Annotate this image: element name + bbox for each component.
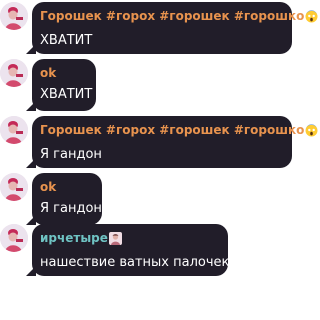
author-name[interactable]: Горошек #горох #горошек #горошко bbox=[40, 123, 318, 141]
avatar[interactable] bbox=[0, 173, 28, 201]
chat-message-list: Горошек #горох #горошек #горошко ХВАТИТ … bbox=[0, 0, 318, 320]
screaming-face-icon bbox=[305, 124, 318, 141]
message-text: ХВАТИТ bbox=[40, 33, 93, 48]
avatar[interactable] bbox=[0, 2, 28, 30]
chat-message: ok ХВАТИТ bbox=[0, 59, 120, 115]
message-text: Я гандон bbox=[40, 201, 102, 216]
screaming-face-icon bbox=[305, 10, 318, 27]
message-bubble[interactable]: ирчетыре нашествие ватных палочек bbox=[32, 224, 230, 276]
person-emoji-icon bbox=[108, 232, 122, 249]
author-name[interactable]: ok bbox=[40, 66, 88, 81]
chat-message: Горошек #горох #горошек #горошко Я гандо… bbox=[0, 116, 318, 172]
chat-message: ok Я гандон bbox=[0, 173, 120, 229]
message-text: ХВАТИТ bbox=[40, 87, 93, 102]
message-bubble[interactable]: ok ХВАТИТ bbox=[32, 59, 96, 111]
message-text: нашествие ватных палочек bbox=[40, 255, 230, 270]
chat-message: Горошек #горох #горошек #горошко ХВАТИТ bbox=[0, 2, 318, 58]
author-name[interactable]: Горошек #горох #горошек #горошко bbox=[40, 9, 318, 27]
message-text: Я гандон bbox=[40, 147, 102, 162]
avatar[interactable] bbox=[0, 59, 28, 87]
message-bubble[interactable]: ok Я гандон bbox=[32, 173, 102, 225]
chat-message: ирчетыре нашествие ватных палочек bbox=[0, 224, 240, 280]
message-bubble[interactable]: Горошек #горох #горошек #горошко Я гандо… bbox=[32, 116, 318, 168]
author-name[interactable]: ирчетыре bbox=[40, 231, 220, 249]
avatar[interactable] bbox=[0, 224, 28, 252]
message-bubble[interactable]: Горошек #горох #горошек #горошко ХВАТИТ bbox=[32, 2, 318, 54]
author-name[interactable]: ok bbox=[40, 180, 94, 195]
avatar[interactable] bbox=[0, 116, 28, 144]
